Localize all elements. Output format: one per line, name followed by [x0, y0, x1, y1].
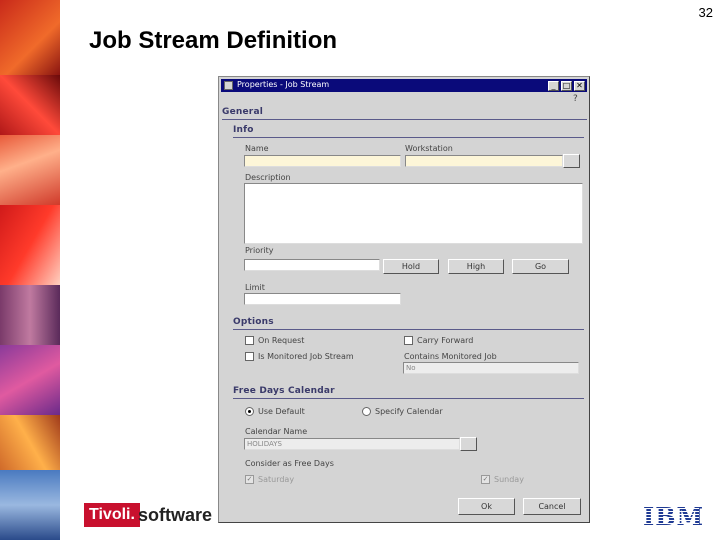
- general-divider: [222, 119, 587, 120]
- hold-button[interactable]: Hold: [383, 259, 439, 274]
- decorative-image-strip: [0, 0, 60, 540]
- tivoli-logo: Tivoli.: [84, 503, 140, 527]
- go-button[interactable]: Go: [512, 259, 569, 274]
- options-heading: Options: [233, 317, 274, 327]
- carry-forward-label: Carry Forward: [417, 336, 474, 345]
- calendar-name-label: Calendar Name: [245, 427, 308, 436]
- properties-dialog: Properties - Job Stream _ □ ✕ ? General …: [218, 76, 590, 523]
- priority-label: Priority: [245, 246, 274, 255]
- use-default-label: Use Default: [258, 407, 305, 416]
- saturday-checkbox: ✓: [245, 475, 254, 484]
- maximize-button[interactable]: □: [561, 81, 572, 91]
- title-bar[interactable]: Properties - Job Stream _ □ ✕: [221, 79, 587, 92]
- description-label: Description: [245, 173, 291, 182]
- window-icon: [224, 81, 233, 90]
- calendar-lookup-button: [460, 437, 477, 451]
- info-divider: [233, 137, 584, 138]
- info-heading: Info: [233, 125, 254, 135]
- name-field[interactable]: [244, 155, 401, 167]
- page-number: 32: [698, 5, 713, 20]
- workstation-label: Workstation: [405, 144, 453, 153]
- general-heading: General: [222, 107, 263, 117]
- help-icon[interactable]: ?: [573, 94, 578, 104]
- sunday-label: Sunday: [494, 475, 524, 484]
- ibm-logo: IBM: [643, 502, 705, 531]
- workstation-lookup-button[interactable]: [563, 154, 580, 168]
- specify-calendar-label: Specify Calendar: [375, 407, 443, 416]
- calendar-name-field: HOLIDAYS: [244, 438, 460, 450]
- monitored-checkbox[interactable]: [245, 352, 254, 361]
- cancel-button[interactable]: Cancel: [523, 498, 581, 515]
- specify-calendar-radio[interactable]: [362, 407, 371, 416]
- window-title: Properties - Job Stream: [237, 80, 330, 89]
- options-divider: [233, 329, 584, 330]
- consider-free-days-label: Consider as Free Days: [245, 459, 334, 468]
- free-days-divider: [233, 398, 584, 399]
- ok-button[interactable]: Ok: [458, 498, 515, 515]
- monitored-label: Is Monitored Job Stream: [258, 352, 354, 361]
- sunday-checkbox: ✓: [481, 475, 490, 484]
- on-request-checkbox[interactable]: [245, 336, 254, 345]
- contains-monitored-value: No: [406, 364, 416, 372]
- high-button[interactable]: High: [448, 259, 504, 274]
- contains-monitored-label: Contains Monitored Job: [404, 352, 497, 361]
- description-textarea[interactable]: [244, 183, 583, 244]
- name-label: Name: [245, 144, 269, 153]
- limit-field[interactable]: [244, 293, 401, 305]
- priority-field[interactable]: [244, 259, 380, 271]
- workstation-field[interactable]: [405, 155, 563, 167]
- calendar-name-value: HOLIDAYS: [247, 440, 282, 448]
- minimize-button[interactable]: _: [548, 81, 559, 91]
- close-button[interactable]: ✕: [574, 81, 585, 91]
- limit-label: Limit: [245, 283, 265, 292]
- software-logo-text: software: [138, 505, 213, 525]
- free-days-heading: Free Days Calendar: [233, 386, 335, 396]
- on-request-label: On Request: [258, 336, 305, 345]
- carry-forward-checkbox[interactable]: [404, 336, 413, 345]
- saturday-label: Saturday: [258, 475, 295, 484]
- contains-monitored-field: No: [403, 362, 579, 374]
- slide-title: Job Stream Definition: [89, 27, 338, 54]
- use-default-radio[interactable]: [245, 407, 254, 416]
